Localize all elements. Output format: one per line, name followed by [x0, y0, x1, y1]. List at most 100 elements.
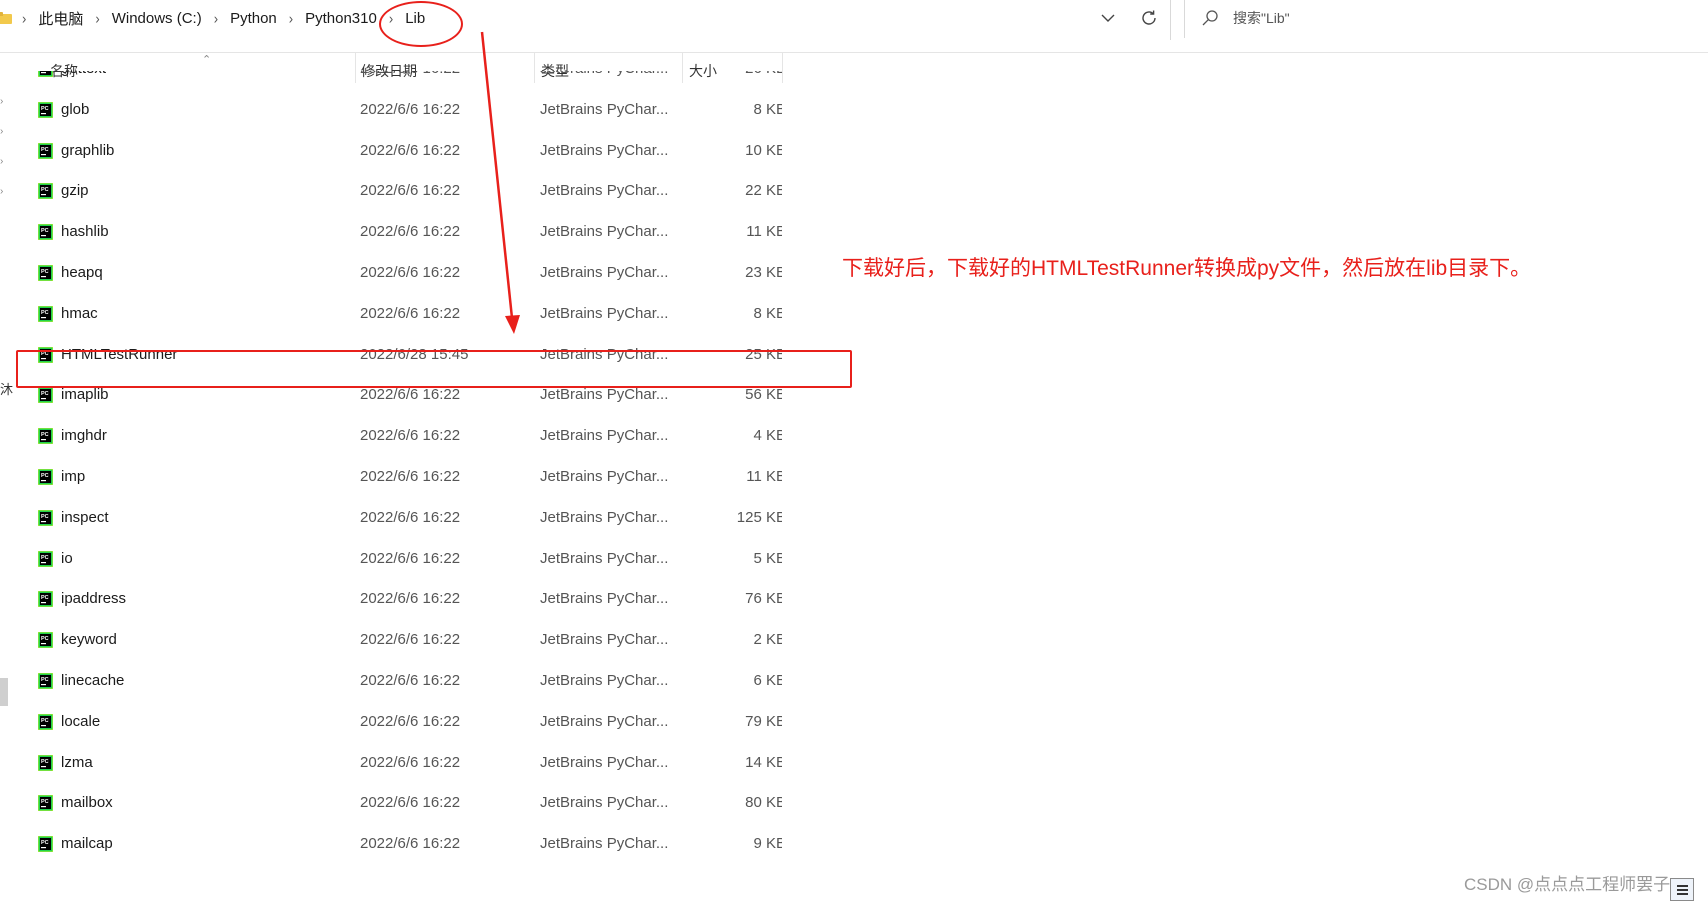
file-modified: 2022/6/6 16:22	[360, 141, 461, 159]
file-type: JetBrains PyChar...	[540, 427, 669, 445]
chevron-right-icon[interactable]: ›	[95, 10, 99, 27]
file-row[interactable]: PC gzip 2022/6/6 16:22 JetBrains PyChar... 2…	[12, 171, 782, 212]
svg-text:PC: PC	[41, 677, 49, 683]
file-size: 9 KB	[753, 835, 782, 853]
breadcrumb-python[interactable]: Python	[228, 10, 279, 27]
file-name: imghdr	[61, 427, 107, 445]
folder-icon	[0, 12, 12, 24]
file-size: 11 KB	[746, 223, 782, 241]
file-modified: 2022/6/6 16:22	[360, 264, 461, 281]
pycharm-file-icon: PC	[38, 101, 53, 118]
file-modified: 2022/6/6 16:22	[360, 549, 461, 567]
file-row[interactable]: PC hashlib 2022/6/6 16:22 JetBrains PyChar.…	[12, 212, 782, 253]
svg-text:PC: PC	[41, 596, 49, 602]
file-row[interactable]: PC graphlib 2022/6/6 16:22 JetBrains PyChar…	[12, 131, 782, 172]
file-row[interactable]: PC lzma 2022/6/6 16:22 JetBrains PyChar... 1…	[12, 743, 782, 784]
pycharm-file-icon: PC	[38, 754, 53, 771]
file-size: 10 KB	[745, 141, 782, 159]
file-name: locale	[61, 712, 101, 730]
pycharm-file-icon: PC	[38, 509, 53, 526]
watermark: CSDN @点点点工程师罢子	[1464, 875, 1671, 894]
file-name: linecache	[61, 672, 125, 689]
address-history-button[interactable]	[1096, 6, 1120, 30]
file-name: mailcap	[61, 835, 113, 853]
file-modified: 2022/6/6 16:22	[360, 182, 461, 200]
file-modified: 2022/6/6 16:22	[360, 672, 461, 689]
chevron-right-icon[interactable]: ›	[22, 10, 26, 27]
svg-text:PC: PC	[41, 392, 49, 398]
file-name: hmac	[61, 304, 98, 322]
annotation-circle	[379, 1, 463, 47]
breadcrumb[interactable]: › 此电脑 › Windows (C:) › Python › Python31…	[0, 0, 1160, 36]
file-size: 4 KB	[753, 427, 782, 445]
search-icon	[1202, 10, 1218, 26]
file-modified: 2022/6/6 16:22	[360, 304, 461, 322]
file-modified: 2022/6/6 16:22	[360, 468, 461, 485]
refresh-button[interactable]	[1136, 5, 1162, 31]
chevron-right-icon[interactable]: ›	[214, 10, 218, 27]
pycharm-file-icon: PC	[38, 224, 53, 241]
file-modified: 2022/6/6 16:22	[360, 71, 460, 77]
file-size: 79 KB	[745, 712, 782, 730]
file-type: JetBrains PyChar...	[540, 835, 669, 853]
file-name: inspect	[61, 508, 109, 526]
file-row[interactable]: PC ipaddress 2022/6/6 16:22 JetBrains PyCha…	[12, 579, 782, 620]
breadcrumb-this-pc[interactable]: 此电脑	[36, 8, 85, 29]
file-name: glob	[61, 100, 90, 118]
pycharm-file-icon: PC	[38, 795, 53, 812]
file-type: JetBrains PyChar...	[540, 549, 669, 567]
chevron-right-icon[interactable]: ›	[289, 10, 293, 27]
file-row[interactable]: PC gettext 2022/6/6 16:22 JetBrains PyChar.…	[12, 71, 782, 90]
file-type: JetBrains PyChar...	[540, 468, 669, 485]
file-row[interactable]: PC heapq 2022/6/6 16:22 JetBrains PyChar...…	[12, 253, 782, 294]
chevron-right-icon[interactable]: ›	[0, 127, 6, 137]
file-type: JetBrains PyChar...	[540, 264, 669, 281]
file-row[interactable]: PC linecache 2022/6/6 16:22 JetBrains PyCha…	[12, 661, 782, 702]
svg-text:PC: PC	[41, 310, 49, 316]
file-row[interactable]: PC mailcap 2022/6/6 16:22 JetBrains PyChar.…	[12, 824, 782, 865]
pycharm-file-icon: PC	[38, 428, 53, 445]
pycharm-file-icon: PC	[38, 469, 53, 485]
nav-scrollbar[interactable]	[0, 678, 8, 706]
file-name: heapq	[61, 264, 103, 281]
file-type: JetBrains PyChar...	[540, 631, 669, 649]
file-name: io	[61, 549, 73, 567]
file-row[interactable]: PC io 2022/6/6 16:22 JetBrains PyChar... 5 K…	[12, 539, 782, 580]
svg-text:PC: PC	[41, 269, 49, 275]
file-row[interactable]: PC glob 2022/6/6 16:22 JetBrains PyChar... 8…	[12, 90, 782, 131]
file-size: 5 KB	[753, 549, 782, 567]
file-row[interactable]: PC hmac 2022/6/6 16:22 JetBrains PyChar... 8…	[12, 294, 782, 335]
breadcrumb-python310[interactable]: Python310	[303, 10, 379, 27]
pycharm-file-icon: PC	[38, 183, 53, 200]
chevron-right-icon[interactable]: ›	[0, 187, 6, 197]
file-type: JetBrains PyChar...	[540, 386, 669, 404]
file-type: JetBrains PyChar...	[540, 141, 669, 159]
file-type: JetBrains PyChar...	[540, 712, 669, 730]
chevron-right-icon[interactable]: ›	[0, 157, 6, 167]
svg-text:PC: PC	[41, 147, 49, 153]
chevron-right-icon[interactable]: ›	[0, 97, 6, 107]
file-type: JetBrains PyChar...	[540, 508, 669, 526]
file-row[interactable]: PC keyword 2022/6/6 16:22 JetBrains PyChar.…	[12, 620, 782, 661]
file-row[interactable]: PC locale 2022/6/6 16:22 JetBrains PyChar..…	[12, 702, 782, 743]
svg-text:PC: PC	[41, 759, 49, 765]
file-name: mailbox	[61, 794, 113, 812]
file-row[interactable]: PC mailbox 2022/6/6 16:22 JetBrains PyChar.…	[12, 783, 782, 824]
column-divider[interactable]	[782, 53, 783, 83]
file-size: 22 KB	[745, 182, 782, 200]
annotation-text: 下载好后，下载好的HTMLTestRunner转换成py文件，然后放在lib目录…	[842, 257, 1532, 280]
search-box[interactable]	[1184, 0, 1708, 38]
details-view-button[interactable]	[1670, 878, 1694, 901]
refresh-icon	[1142, 10, 1156, 25]
file-row[interactable]: PC inspect 2022/6/6 16:22 JetBrains PyChar.…	[12, 498, 782, 539]
pycharm-file-icon: PC	[38, 836, 53, 853]
breadcrumb-windows-c[interactable]: Windows (C:)	[110, 10, 204, 27]
file-row[interactable]: PC imghdr 2022/6/6 16:22 JetBrains PyChar..…	[12, 416, 782, 457]
file-row[interactable]: PC imp 2022/6/6 16:22 JetBrains PyChar... 11…	[12, 457, 782, 498]
file-size: 80 KB	[745, 794, 782, 812]
file-modified: 2022/6/6 16:22	[360, 794, 461, 812]
file-modified: 2022/6/6 16:22	[360, 712, 461, 730]
pycharm-file-icon: PC	[38, 591, 53, 608]
search-input[interactable]	[1233, 8, 1673, 28]
file-modified: 2022/6/6 16:22	[360, 223, 461, 241]
